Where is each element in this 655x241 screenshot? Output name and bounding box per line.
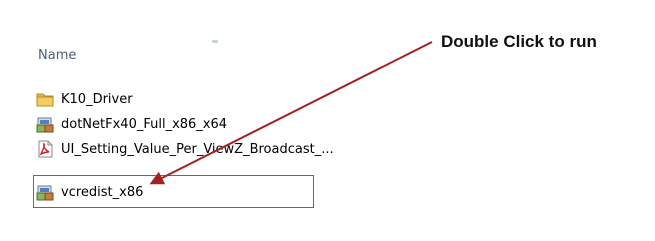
- double-click-annotation: Double Click to run: [441, 32, 597, 51]
